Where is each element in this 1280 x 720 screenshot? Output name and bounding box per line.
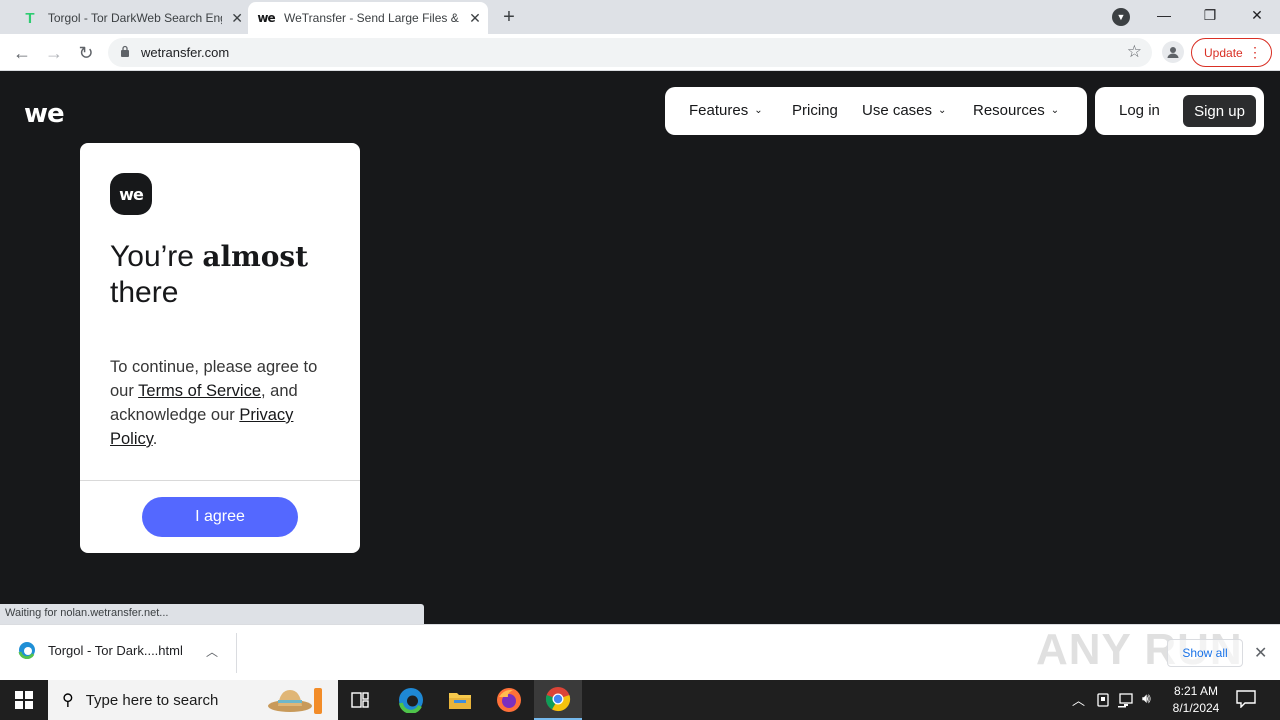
lock-icon[interactable]	[120, 45, 130, 57]
wetransfer-favicon-icon: we	[257, 11, 275, 25]
wetransfer-logo[interactable]: we	[24, 99, 65, 129]
consent-text: To continue, please agree to our Terms o…	[110, 355, 335, 451]
close-tab-icon[interactable]: ✕	[228, 9, 246, 27]
forward-icon[interactable]: →	[41, 40, 67, 66]
reload-icon[interactable]: ↻	[73, 40, 99, 66]
consent-heading: You’re almost there	[110, 239, 340, 311]
clock-date: 8/1/2024	[1172, 701, 1220, 715]
wetransfer-page: we Features ⌄ Pricing Use cases ⌄ Resour…	[0, 71, 1280, 624]
terms-of-service-link[interactable]: Terms of Service	[138, 382, 261, 400]
chevron-down-icon: ⌄	[754, 105, 763, 116]
chevron-down-icon: ⌄	[938, 105, 947, 116]
notification-icon[interactable]	[1236, 690, 1256, 708]
search-highlight-hat-icon	[268, 688, 322, 714]
edge-file-icon	[18, 642, 35, 659]
auth-nav: Log in Sign up	[1095, 87, 1264, 135]
heading-pre: You’re	[110, 240, 203, 273]
consent-text-3: .	[152, 430, 158, 448]
network-device-icon[interactable]	[1096, 692, 1110, 708]
search-icon: ⚲	[62, 692, 74, 709]
profile-icon[interactable]	[1162, 41, 1184, 63]
nav-resources[interactable]: Resources ⌄	[973, 102, 1059, 119]
login-link[interactable]: Log in	[1119, 102, 1160, 119]
system-clock[interactable]: 8:21 AM 8/1/2024	[1166, 683, 1226, 717]
tab-wetransfer[interactable]: we WeTransfer - Send Large Files & Share…	[248, 2, 488, 34]
close-window-button[interactable]: ✕	[1234, 0, 1280, 30]
nav-resources-label: Resources	[973, 102, 1045, 119]
update-label: Update	[1204, 45, 1243, 60]
main-nav: Features ⌄ Pricing Use cases ⌄ Resources…	[665, 87, 1087, 135]
windows-logo-icon	[15, 691, 33, 709]
tab-strip: T Torgol - Tor DarkWeb Search Engine ✕ w…	[0, 0, 1280, 34]
tab-search-icon[interactable]: ▼	[1112, 8, 1130, 26]
nav-features[interactable]: Features ⌄	[689, 102, 763, 119]
update-button[interactable]: Update ⋮	[1191, 38, 1272, 67]
restore-button[interactable]: ❐	[1187, 0, 1233, 30]
windows-taskbar: ⚲ Type here to search ︿ 🔊︎ 8:21 AM 8/1/2…	[0, 680, 1280, 720]
divider	[236, 633, 237, 673]
heading-post: there	[110, 276, 179, 309]
menu-kebab-icon[interactable]: ⋮	[1248, 44, 1262, 60]
back-icon[interactable]: ←	[9, 40, 35, 66]
chevron-up-icon[interactable]: ︿	[206, 643, 218, 660]
download-shelf: Torgol - Tor Dark....html ︿ ANY RUN Show…	[0, 624, 1280, 680]
taskbar-search[interactable]: ⚲ Type here to search	[48, 680, 338, 720]
tab-title: WeTransfer - Send Large Files & Share Ph…	[284, 11, 460, 25]
minimize-button[interactable]: —	[1141, 0, 1187, 30]
divider	[80, 480, 360, 481]
clock-time: 8:21 AM	[1173, 684, 1219, 698]
start-button[interactable]	[0, 680, 48, 720]
edge-icon[interactable]	[387, 680, 435, 720]
close-tab-icon[interactable]: ✕	[466, 9, 484, 27]
tray-chevron-up-icon[interactable]: ︿	[1072, 690, 1085, 709]
network-icon[interactable]	[1118, 692, 1136, 708]
nav-use-cases-label: Use cases	[862, 102, 933, 119]
tab-torgol[interactable]: T Torgol - Tor DarkWeb Search Engine ✕	[8, 2, 246, 34]
download-item[interactable]: Torgol - Tor Dark....html	[18, 641, 183, 659]
chrome-icon[interactable]	[534, 680, 582, 720]
agree-button[interactable]: I agree	[142, 497, 298, 537]
consent-card: we You’re almost there To continue, plea…	[80, 143, 360, 553]
browser-toolbar: ← → ↻ wetransfer.com ☆ Update ⋮	[0, 34, 1280, 71]
download-filename: Torgol - Tor Dark....html	[48, 642, 183, 658]
chevron-down-icon: ⌄	[1050, 105, 1060, 116]
tab-title: Torgol - Tor DarkWeb Search Engine	[47, 11, 222, 25]
nav-pricing[interactable]: Pricing	[792, 102, 838, 119]
firefox-icon[interactable]	[485, 680, 533, 720]
close-shelf-icon[interactable]: ✕	[1254, 643, 1267, 663]
url-text[interactable]: wetransfer.com	[141, 45, 229, 60]
task-view-icon[interactable]	[336, 680, 384, 720]
volume-icon[interactable]: 🔊︎	[1142, 690, 1151, 707]
nav-features-label: Features	[689, 102, 749, 119]
bookmark-star-icon[interactable]: ☆	[1127, 42, 1142, 62]
nav-pricing-label: Pricing	[792, 102, 838, 119]
search-placeholder: Type here to search	[85, 691, 219, 709]
new-tab-button[interactable]: +	[498, 6, 520, 28]
heading-bold: almost	[202, 240, 309, 273]
nav-use-cases[interactable]: Use cases ⌄	[862, 102, 946, 119]
torgol-favicon-icon: T	[25, 9, 35, 27]
address-bar[interactable]: wetransfer.com ☆	[108, 38, 1152, 67]
show-all-button[interactable]: Show all	[1167, 639, 1243, 667]
signup-button[interactable]: Sign up	[1183, 95, 1256, 127]
status-bar: Waiting for nolan.wetransfer.net...	[0, 604, 424, 624]
file-explorer-icon[interactable]	[436, 680, 484, 720]
wetransfer-logo-badge: we	[110, 173, 152, 215]
